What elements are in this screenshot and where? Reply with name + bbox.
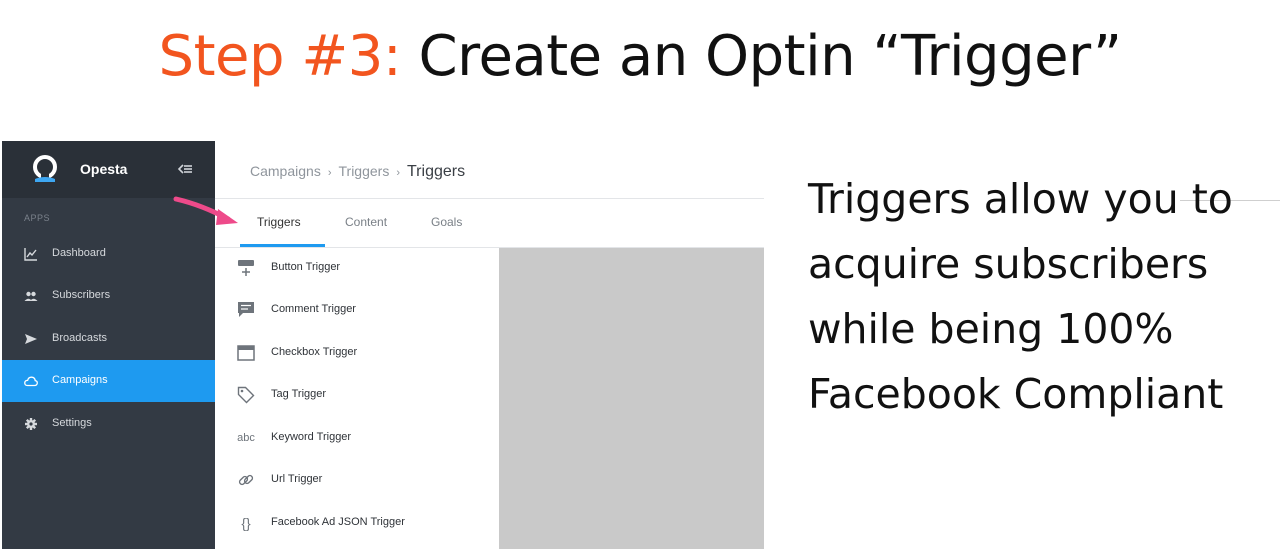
trigger-preview-area (499, 248, 764, 549)
breadcrumb-separator: › (327, 167, 332, 179)
trigger-item-comment[interactable]: Comment Trigger (215, 290, 499, 332)
sidebar-item-subscribers[interactable]: Subscribers (2, 275, 215, 317)
sidebar-item-label: Dashboard (52, 247, 106, 259)
trigger-item-tag[interactable]: Tag Trigger (215, 375, 499, 417)
gear-icon (25, 418, 37, 430)
tab-goals[interactable]: Goals (431, 215, 462, 229)
sidebar-item-campaigns[interactable]: Campaigns (2, 360, 215, 402)
trigger-label: Tag Trigger (271, 388, 327, 400)
brand-name: Opesta (80, 161, 128, 177)
breadcrumb-separator: › (396, 167, 400, 179)
sidebar-item-broadcasts[interactable]: Broadcasts (2, 318, 215, 360)
breadcrumb-link-triggers[interactable]: Triggers (339, 163, 390, 179)
pointer-arrow-icon (173, 196, 238, 225)
sidebar-item-label: Campaigns (52, 374, 108, 386)
main-panel: Campaigns › Triggers › Triggers Triggers Con… (215, 141, 764, 549)
trigger-item-facebook-ad-json[interactable]: {} Facebook Ad JSON Trigger (215, 503, 499, 545)
breadcrumb: Campaigns › Triggers › Triggers (250, 163, 465, 181)
sidebar-item-label: Subscribers (52, 289, 111, 301)
tab-triggers[interactable]: Triggers (257, 215, 301, 229)
tab-content[interactable]: Content (345, 215, 387, 229)
button-icon (238, 260, 254, 276)
send-icon (25, 334, 37, 344)
trigger-item-button[interactable]: Button Trigger (215, 248, 499, 290)
trigger-label: Checkbox Trigger (271, 346, 358, 358)
trigger-label: Url Trigger (271, 473, 323, 485)
trigger-item-keyword[interactable]: abc Keyword Trigger (215, 418, 499, 460)
trigger-label: Comment Trigger (271, 303, 356, 315)
sidebar-item-label: Broadcasts (52, 332, 108, 344)
slide-title: Step #3: Create an Optin “Trigger” (0, 24, 1280, 89)
trigger-item-url[interactable]: Url Trigger (215, 460, 499, 502)
chart-line-icon (24, 248, 37, 261)
brand-bar: Opesta (2, 141, 215, 198)
tag-icon (237, 386, 255, 404)
people-icon (24, 291, 38, 301)
comment-icon (238, 302, 254, 317)
sidebar-item-label: Settings (52, 417, 92, 429)
trigger-item-checkbox[interactable]: Checkbox Trigger (215, 333, 499, 375)
window-icon (237, 345, 255, 361)
slide-title-step: Step #3: (158, 24, 402, 89)
breadcrumb-current: Triggers (407, 163, 466, 180)
braces-icon: {} (241, 515, 251, 531)
divider (215, 198, 764, 199)
trigger-label: Keyword Trigger (271, 431, 352, 443)
app-screenshot: Opesta APPS Dashboard Subscribers Broadc… (2, 141, 764, 549)
sidebar-item-settings[interactable]: Settings (2, 403, 215, 445)
cloud-icon (24, 376, 38, 387)
sidebar-item-dashboard[interactable]: Dashboard (2, 233, 215, 275)
slide-description: Triggers allow you to acquire subscriber… (808, 175, 1233, 418)
trigger-label: Facebook Ad JSON Trigger (271, 516, 405, 528)
link-icon (238, 474, 254, 486)
slide-title-text: Create an Optin “Trigger” (401, 24, 1122, 89)
apps-section-label: APPS (24, 213, 51, 223)
trigger-label: Button Trigger (271, 261, 341, 273)
keyword-icon: abc (237, 432, 255, 444)
opesta-logo-icon (33, 155, 57, 182)
breadcrumb-link-campaigns[interactable]: Campaigns (250, 163, 321, 179)
collapse-sidebar-icon[interactable] (177, 162, 193, 176)
